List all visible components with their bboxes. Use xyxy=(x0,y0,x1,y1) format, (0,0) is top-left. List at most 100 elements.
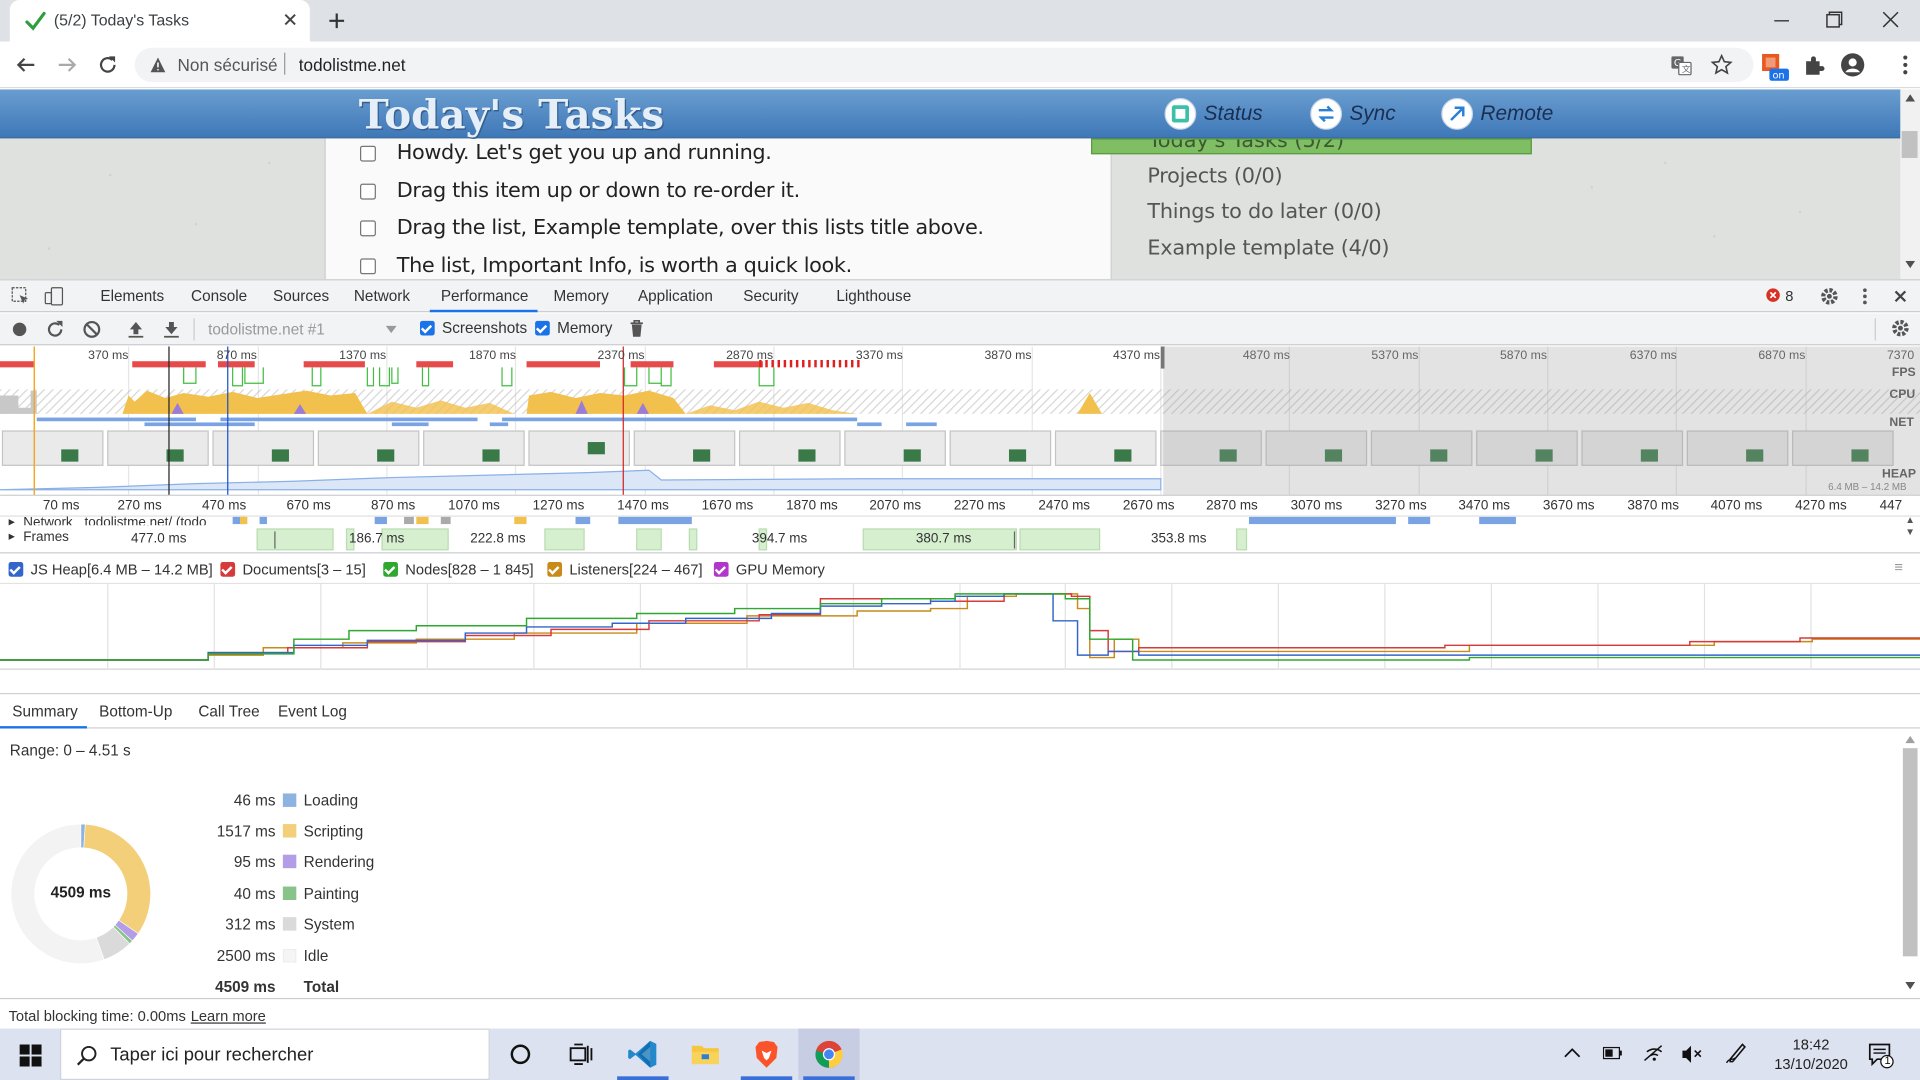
devtools-tab-security[interactable]: Security xyxy=(743,288,798,305)
legend-js-heap[interactable]: JS Heap[6.4 MB – 14.2 MB] xyxy=(8,561,213,578)
page-scrollbar[interactable] xyxy=(1900,89,1920,280)
battery-icon[interactable] xyxy=(1602,1046,1623,1061)
inspect-element-icon[interactable] xyxy=(11,287,31,307)
close-window-icon[interactable] xyxy=(1880,9,1902,31)
extensions-puzzle-icon[interactable] xyxy=(1802,55,1825,77)
frame-duration[interactable]: 222.8 ms xyxy=(470,531,525,546)
task-item[interactable]: Drag the list, Example template, over th… xyxy=(360,216,984,240)
devtools-tab-elements[interactable]: Elements xyxy=(100,288,164,305)
reload-icon[interactable] xyxy=(97,54,119,76)
task-item[interactable]: The list, Important Info, is worth a qui… xyxy=(360,253,852,278)
scroll-up-icon[interactable] xyxy=(1905,735,1916,744)
frame-duration[interactable]: 477.0 ms xyxy=(131,531,186,546)
details-scrollbar[interactable] xyxy=(1900,728,1920,998)
network-request-text[interactable]: todolistme.net/ (todo xyxy=(84,516,206,526)
splitter[interactable] xyxy=(0,669,1920,695)
security-label[interactable]: Non sécurisé xyxy=(178,55,278,75)
active-list-item[interactable]: Today's Tasks (5/2) xyxy=(1091,138,1532,155)
brave-browser-button[interactable] xyxy=(736,1029,797,1080)
device-toolbar-icon[interactable] xyxy=(44,287,64,307)
taskbar-search-box[interactable]: Taper ici pour rechercher xyxy=(60,1028,490,1080)
task-checkbox[interactable] xyxy=(360,257,376,274)
task-item[interactable]: Howdy. Let's get you up and running. xyxy=(360,141,772,165)
tab-bottom-up[interactable]: Bottom-Up xyxy=(99,703,172,720)
timeline-tracks[interactable]: ▸ Network todolistme.net/ (todo ▸ Frames… xyxy=(0,514,1920,554)
extension-on-icon[interactable]: on xyxy=(1762,53,1789,81)
save-profile-icon[interactable] xyxy=(163,320,180,340)
active-list-label[interactable]: Today's Tasks (5/2) xyxy=(1149,140,1345,153)
task-text[interactable]: Drag the list, Example template, over th… xyxy=(397,216,984,240)
devtools-tab-lighthouse[interactable]: Lighthouse xyxy=(836,288,911,305)
list-item[interactable]: Example template (4/0) xyxy=(1147,236,1389,260)
scroll-up-icon[interactable] xyxy=(1905,94,1916,102)
scroll-down-icon[interactable] xyxy=(1905,260,1916,269)
scroll-thumb[interactable] xyxy=(1902,748,1918,957)
expand-frames-icon[interactable]: ▸ xyxy=(9,530,15,543)
checkbox-checked-icon[interactable] xyxy=(713,562,729,577)
settings-gear-icon[interactable] xyxy=(1820,287,1840,307)
clear-icon[interactable] xyxy=(82,320,102,340)
frame-duration[interactable]: 186.7 ms xyxy=(349,531,404,546)
task-checkbox[interactable] xyxy=(360,219,376,236)
frame-duration[interactable]: 380.7 ms xyxy=(916,531,971,546)
legend-gpu-memory[interactable]: GPU Memory xyxy=(713,561,825,578)
devtools-tab-application[interactable]: Application xyxy=(638,288,713,305)
menu-dots-icon[interactable] xyxy=(1902,54,1909,76)
checkbox-checked-icon[interactable] xyxy=(220,562,236,577)
legend-nodes[interactable]: Nodes[828 – 1 845] xyxy=(383,561,534,578)
address-bar[interactable]: Non sécurisé todolistme.net G文 xyxy=(134,47,1754,83)
status-button[interactable]: Status xyxy=(1164,97,1263,130)
devtools-tab-performance[interactable]: Performance xyxy=(441,288,529,305)
chrome-app-button[interactable] xyxy=(798,1028,860,1080)
url-text[interactable]: todolistme.net xyxy=(299,55,406,75)
forward-icon[interactable] xyxy=(56,54,78,76)
tab-close-icon[interactable] xyxy=(282,11,299,28)
checkbox-checked-icon[interactable] xyxy=(535,320,550,336)
timeline-overview[interactable]: 370 ms 870 ms 1370 ms 1870 ms 2370 ms 28… xyxy=(0,346,1920,496)
warning-icon[interactable] xyxy=(149,56,166,73)
vscode-app-button[interactable] xyxy=(612,1029,673,1080)
task-checkbox[interactable] xyxy=(360,183,376,199)
capture-settings-gear-icon[interactable] xyxy=(1891,318,1911,338)
checkbox-checked-icon[interactable] xyxy=(383,562,398,577)
pen-workspace-icon[interactable] xyxy=(1725,1042,1747,1064)
tab-summary[interactable]: Summary xyxy=(12,703,77,720)
tracks-scroll-arrows[interactable]: ▲ ▼ xyxy=(1905,514,1915,538)
remote-button[interactable]: Remote xyxy=(1441,97,1553,130)
file-explorer-button[interactable] xyxy=(675,1029,736,1080)
record-icon[interactable] xyxy=(12,322,27,337)
memory-checkbox[interactable]: Memory xyxy=(535,320,612,337)
list-item[interactable]: Projects (0/0) xyxy=(1147,164,1282,188)
system-clock[interactable]: 18:42 13/10/2020 xyxy=(1763,1035,1859,1074)
sync-button[interactable]: Sync xyxy=(1310,97,1396,130)
checkbox-checked-icon[interactable] xyxy=(547,562,563,577)
screenshots-checkbox[interactable]: Screenshots xyxy=(420,320,527,337)
learn-more-link[interactable]: Learn more xyxy=(191,1008,266,1025)
profile-select[interactable]: todolistme.net #1 xyxy=(201,317,404,341)
devtools-tab-console[interactable]: Console xyxy=(191,288,247,305)
back-icon[interactable] xyxy=(15,54,37,76)
scroll-down-icon[interactable] xyxy=(1905,982,1916,990)
drag-handle-icon[interactable]: ≡ xyxy=(1894,558,1903,575)
load-profile-icon[interactable] xyxy=(127,320,144,340)
devtools-tab-network[interactable]: Network xyxy=(354,288,410,305)
minimize-icon[interactable] xyxy=(1771,10,1793,32)
frame-duration[interactable]: 353.8 ms xyxy=(1151,531,1206,546)
network-wifi-icon[interactable] xyxy=(1643,1043,1665,1063)
tab-call-tree[interactable]: Call Tree xyxy=(198,703,259,720)
task-text[interactable]: Howdy. Let's get you up and running. xyxy=(397,141,772,165)
memory-counters-chart[interactable] xyxy=(0,584,1920,670)
list-item[interactable]: Things to do later (0/0) xyxy=(1147,200,1381,224)
task-text[interactable]: The list, Important Info, is worth a qui… xyxy=(397,253,852,277)
error-badge-icon[interactable] xyxy=(1766,288,1781,303)
error-count[interactable]: 8 xyxy=(1785,288,1793,305)
tab-event-log[interactable]: Event Log xyxy=(278,703,347,720)
task-text[interactable]: Drag this item up or down to re-order it… xyxy=(397,179,800,203)
reload-profile-icon[interactable] xyxy=(45,320,65,340)
task-item[interactable]: Drag this item up or down to re-order it… xyxy=(360,179,800,203)
task-view-button[interactable] xyxy=(551,1029,612,1080)
devtools-close-icon[interactable] xyxy=(1892,288,1909,305)
frame-duration[interactable]: 394.7 ms xyxy=(752,531,807,546)
legend-listeners[interactable]: Listeners[224 – 467] xyxy=(547,561,703,578)
frames-track-label[interactable]: Frames xyxy=(23,530,69,545)
